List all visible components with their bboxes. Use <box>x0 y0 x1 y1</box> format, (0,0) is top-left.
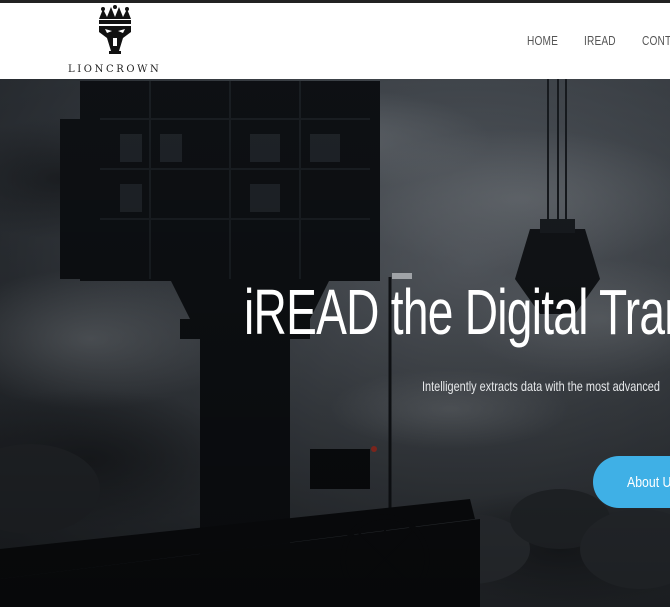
main-nav: HOME IREAD CONTACT <box>527 33 670 48</box>
hero-section: iREAD the Digital Transformation Intelli… <box>0 79 670 607</box>
nav-item-iread[interactable]: IREAD <box>584 33 616 48</box>
brand-logo[interactable]: LIONCROWN <box>62 3 166 79</box>
hero-title: iREAD the Digital Transformation <box>244 276 670 348</box>
about-us-button[interactable]: About Us <box>593 456 670 508</box>
crown-icon <box>99 5 131 54</box>
nav-item-contact[interactable]: CONTACT <box>642 33 670 48</box>
hero-subtitle: Intelligently extracts data with the mos… <box>422 378 660 394</box>
brand-name: LIONCROWN <box>68 64 162 75</box>
about-us-button-label: About Us <box>627 473 670 491</box>
site-header: LIONCROWN HOME IREAD CONTACT <box>0 3 670 79</box>
nav-item-home[interactable]: HOME <box>527 33 558 48</box>
